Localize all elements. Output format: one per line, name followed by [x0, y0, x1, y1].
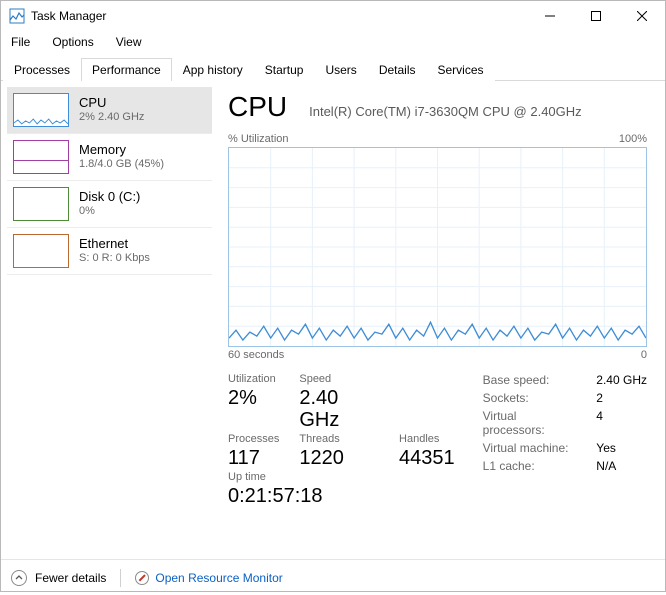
lbl-threads: Threads: [299, 433, 379, 445]
content: CPU 2% 2.40 GHz Memory 1.8/4.0 GB (45%) …: [1, 81, 665, 559]
open-resource-monitor-label: Open Resource Monitor: [155, 571, 282, 585]
maximize-button[interactable]: [573, 1, 619, 31]
tab-processes[interactable]: Processes: [3, 58, 81, 81]
k-base-speed: Base speed:: [483, 373, 579, 387]
tab-startup[interactable]: Startup: [254, 58, 315, 81]
ethernet-thumb: [13, 234, 69, 268]
menu-view[interactable]: View: [112, 33, 146, 51]
v-sockets: 2: [596, 391, 647, 405]
v-base-speed: 2.40 GHz: [596, 373, 647, 387]
menu-file[interactable]: File: [7, 33, 34, 51]
k-vprocs: Virtual processors:: [483, 409, 579, 437]
chart-label-bl: 60 seconds: [228, 349, 284, 361]
tab-services[interactable]: Services: [427, 58, 495, 81]
k-sockets: Sockets:: [483, 391, 579, 405]
tabstrip: Processes Performance App history Startu…: [1, 57, 665, 81]
val-uptime: 0:21:57:18: [228, 485, 455, 507]
cpu-thumb: [13, 93, 69, 127]
lbl-uptime: Up time: [228, 471, 455, 483]
sidebar-cpu-title: CPU: [79, 96, 144, 110]
tab-app-history[interactable]: App history: [172, 58, 254, 81]
fewer-details-button[interactable]: Fewer details: [11, 570, 106, 586]
tab-details[interactable]: Details: [368, 58, 427, 81]
lbl-processes: Processes: [228, 433, 279, 445]
k-vm: Virtual machine:: [483, 441, 579, 455]
tab-users[interactable]: Users: [314, 58, 367, 81]
v-vm: Yes: [596, 441, 647, 455]
menu-options[interactable]: Options: [48, 33, 97, 51]
chart-label-tl: % Utilization: [228, 133, 289, 145]
val-handles: 44351: [399, 447, 455, 469]
open-resource-monitor-link[interactable]: Open Resource Monitor: [135, 571, 282, 585]
sidebar-cpu-sub: 2% 2.40 GHz: [79, 110, 144, 124]
footer-separator: [120, 569, 121, 587]
sidebar: CPU 2% 2.40 GHz Memory 1.8/4.0 GB (45%) …: [1, 81, 216, 559]
lbl-handles: Handles: [399, 433, 455, 445]
sidebar-disk-sub: 0%: [79, 204, 140, 218]
sidebar-item-disk[interactable]: Disk 0 (C:) 0%: [7, 181, 212, 228]
sidebar-item-ethernet[interactable]: Ethernet S: 0 R: 0 Kbps: [7, 228, 212, 275]
v-l1: N/A: [596, 459, 647, 473]
val-processes: 117: [228, 447, 279, 469]
minimize-button[interactable]: [527, 1, 573, 31]
window-title: Task Manager: [31, 9, 106, 23]
fewer-details-label: Fewer details: [35, 571, 106, 585]
k-l1: L1 cache:: [483, 459, 579, 473]
sidebar-memory-sub: 1.8/4.0 GB (45%): [79, 157, 164, 171]
val-speed: 2.40 GHz: [299, 387, 379, 431]
lbl-speed: Speed: [299, 373, 379, 385]
page-title: CPU: [228, 91, 287, 123]
close-button[interactable]: [619, 1, 665, 31]
footer: Fewer details Open Resource Monitor: [1, 559, 665, 595]
sidebar-item-cpu[interactable]: CPU 2% 2.40 GHz: [7, 87, 212, 134]
lbl-utilization: Utilization: [228, 373, 279, 385]
titlebar: Task Manager: [1, 1, 665, 31]
tab-performance[interactable]: Performance: [81, 58, 172, 81]
sidebar-disk-title: Disk 0 (C:): [79, 190, 140, 204]
val-utilization: 2%: [228, 387, 279, 431]
sidebar-eth-sub: S: 0 R: 0 Kbps: [79, 251, 150, 265]
disk-thumb: [13, 187, 69, 221]
chevron-up-icon: [11, 570, 27, 586]
chart-label-br: 0: [641, 349, 647, 361]
sidebar-memory-title: Memory: [79, 143, 164, 157]
menubar: File Options View: [1, 31, 665, 57]
device-name: Intel(R) Core(TM) i7-3630QM CPU @ 2.40GH…: [309, 104, 582, 119]
sidebar-eth-title: Ethernet: [79, 237, 150, 251]
chart-label-tr: 100%: [619, 133, 647, 145]
main-panel: CPU Intel(R) Core(TM) i7-3630QM CPU @ 2.…: [216, 81, 665, 559]
app-icon: [9, 8, 25, 24]
resource-monitor-icon: [135, 571, 149, 585]
v-vprocs: 4: [596, 409, 647, 437]
memory-thumb: [13, 140, 69, 174]
val-threads: 1220: [299, 447, 379, 469]
cpu-chart: [228, 147, 647, 347]
sidebar-item-memory[interactable]: Memory 1.8/4.0 GB (45%): [7, 134, 212, 181]
